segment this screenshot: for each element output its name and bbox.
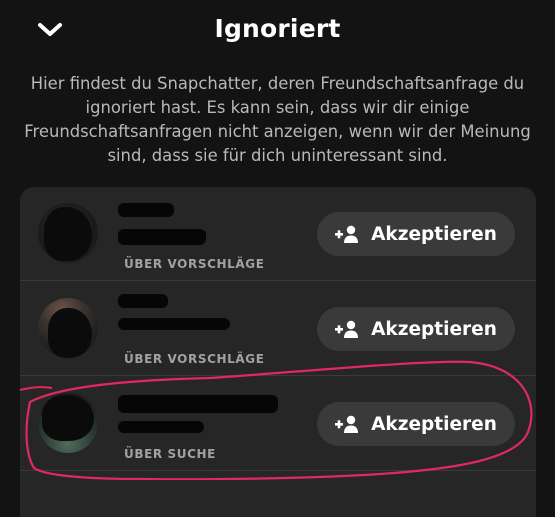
request-row: ÜBER SUCHE Akzeptieren <box>20 377 536 471</box>
redacted-display-name <box>118 203 174 217</box>
divider <box>20 470 536 471</box>
ignored-requests-list: ÜBER VORSCHLÄGE Akzeptieren ÜBER VORSCHL… <box>20 187 536 517</box>
request-source: ÜBER VORSCHLÄGE <box>124 352 265 366</box>
add-friend-icon <box>335 415 359 433</box>
add-friend-icon <box>335 320 359 338</box>
accept-button-label: Akzeptieren <box>371 413 497 435</box>
accept-button[interactable]: Akzeptieren <box>317 307 515 351</box>
accept-button[interactable]: Akzeptieren <box>317 212 515 256</box>
avatar[interactable] <box>38 298 98 358</box>
header-bar: Ignoriert <box>0 0 555 66</box>
request-source: ÜBER SUCHE <box>124 447 216 461</box>
redacted-display-name <box>118 294 168 308</box>
accept-button[interactable]: Akzeptieren <box>317 402 515 446</box>
divider <box>20 375 536 376</box>
request-source: ÜBER VORSCHLÄGE <box>124 257 265 271</box>
page-title: Ignoriert <box>214 14 341 43</box>
add-friend-icon <box>335 225 359 243</box>
redacted-display-name <box>118 395 278 413</box>
redacted-username <box>118 421 204 433</box>
avatar[interactable] <box>38 203 98 263</box>
avatar[interactable] <box>38 393 98 453</box>
divider <box>20 280 536 281</box>
request-row: ÜBER VORSCHLÄGE Akzeptieren <box>20 187 536 281</box>
ignored-description: Hier findest du Snapchatter, deren Freun… <box>24 74 531 165</box>
accept-button-label: Akzeptieren <box>371 223 497 245</box>
redacted-username <box>118 229 206 245</box>
accept-button-label: Akzeptieren <box>371 318 497 340</box>
request-row: ÜBER VORSCHLÄGE Akzeptieren <box>20 282 536 376</box>
redacted-username <box>118 318 230 330</box>
